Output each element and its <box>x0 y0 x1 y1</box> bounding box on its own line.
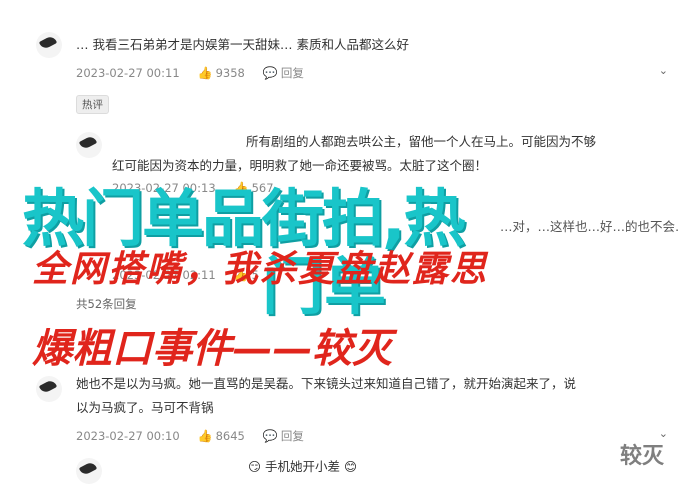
thumbs-up-icon[interactable]: 👍 <box>198 66 213 80</box>
reply-button[interactable]: 回复 <box>281 65 304 81</box>
comment-text: …对，…这样也…好…的也不会… <box>500 219 678 234</box>
avatar[interactable] <box>36 32 62 58</box>
comment-text: … 我看三石弟弟才是内娱第一天甜妹… 素质和人品都这么好 <box>76 37 409 52</box>
emoji-icon: 😏 <box>248 459 262 474</box>
comment-text-line2: 以为马疯了。马可不背锅 <box>76 400 214 415</box>
comment-meta: 2023-02-27 00:10 👍 8645 💬 回复 <box>76 428 304 444</box>
comment-text-content: 手机她开小差 <box>265 459 341 474</box>
comment-date: 2023-02-27 00:10 <box>76 429 180 443</box>
hot-comment-badge: 热评 <box>76 95 109 114</box>
comment-icon[interactable]: 💬 <box>263 429 278 443</box>
overlay-red-caption-2: 爆粗口事件——较灭 <box>32 325 392 372</box>
emoji-icon: 😊 <box>344 459 358 474</box>
overlay-red-caption-1: 全网搭嘴，我杀夏盘赵露思 <box>32 248 489 290</box>
comment-date: 2023-02-27 00:11 <box>76 66 180 80</box>
watermark: 较灭 <box>619 444 664 469</box>
avatar[interactable] <box>36 376 62 402</box>
reply-button[interactable]: 回复 <box>281 428 304 444</box>
avatar[interactable] <box>76 132 102 158</box>
like-count: 8645 <box>215 429 245 443</box>
comment-text: 😏 手机她开小差 😊 <box>248 456 357 478</box>
comment-meta: 2023-02-27 00:11 👍 9358 💬 回复 <box>76 65 304 81</box>
comment-icon[interactable]: 💬 <box>263 66 278 80</box>
like-count: 9358 <box>215 66 245 80</box>
avatar[interactable] <box>76 458 102 484</box>
comment-text-line1: 她也不是以为马疯。她一直骂的是吴磊。下来镜头过来知道自己错了，就开始演起来了，说 <box>76 376 577 391</box>
view-replies-link[interactable]: 共52条回复 <box>76 296 137 312</box>
comment-text-line1: 所有剧组的人都跑去哄公主，留他一个人在马上。可能因为不够 <box>246 134 597 149</box>
thumbs-up-icon[interactable]: 👍 <box>198 429 213 443</box>
chevron-down-icon[interactable]: ⌄ <box>659 64 668 77</box>
